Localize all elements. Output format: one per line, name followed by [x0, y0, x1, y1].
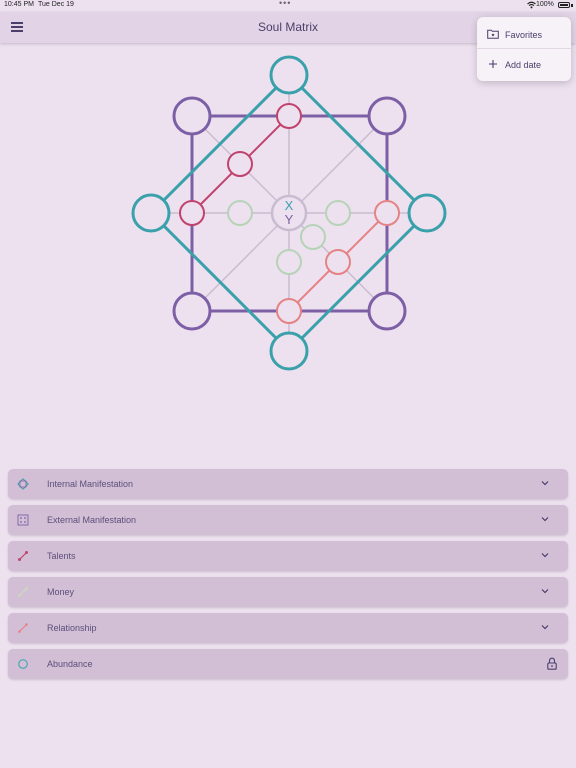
internal-manifestation-icon: [17, 478, 29, 490]
options-dropdown-menu: Favorites Add date: [477, 17, 571, 81]
section-label: Talents: [47, 551, 76, 561]
lock-icon: [547, 657, 557, 670]
chevron-down-icon: [541, 589, 549, 594]
section-money[interactable]: Money: [8, 577, 568, 607]
square-node-bottom-left: [172, 291, 212, 331]
diamond-node-right: [407, 193, 447, 233]
center-label-x: X: [285, 198, 294, 213]
diamond-node-top: [269, 55, 309, 95]
square-node-top-right: [367, 96, 407, 136]
talents-node-1: [276, 103, 302, 129]
chevron-down-icon: [541, 481, 549, 486]
add-date-menu-item[interactable]: Add date: [477, 49, 571, 79]
relationship-node-3: [276, 298, 302, 324]
plus-icon: [489, 60, 497, 68]
money-node-2: [276, 249, 302, 275]
relationship-node-2: [325, 249, 351, 275]
favorites-label: Favorites: [505, 30, 543, 40]
external-manifestation-icon: [17, 514, 29, 526]
talents-line-icon: [18, 551, 28, 561]
diamond-node-left: [131, 193, 171, 233]
center-label-y: Y: [285, 212, 294, 227]
chevron-down-icon: [541, 553, 549, 558]
favorites-menu-item[interactable]: Favorites: [477, 19, 571, 49]
chevron-down-icon: [541, 517, 549, 522]
section-talents[interactable]: Talents: [8, 541, 568, 571]
section-abundance[interactable]: Abundance: [8, 649, 568, 679]
section-label: External Manifestation: [47, 515, 137, 525]
square-node-bottom-right: [367, 291, 407, 331]
section-label: Relationship: [47, 623, 97, 633]
money-node-1: [300, 224, 326, 250]
section-external-manifestation[interactable]: External Manifestation: [8, 505, 568, 535]
relationship-node-1: [374, 200, 400, 226]
talents-node-3: [179, 200, 205, 226]
inner-node-right: [325, 200, 351, 226]
money-line-icon: [18, 587, 28, 597]
section-internal-manifestation[interactable]: Internal Manifestation: [8, 469, 568, 499]
section-label: Money: [47, 587, 75, 597]
section-label: Abundance: [47, 659, 93, 669]
inner-node-left: [227, 200, 253, 226]
talents-node-2: [227, 151, 253, 177]
square-node-top-left: [172, 96, 212, 136]
section-relationship[interactable]: Relationship: [8, 613, 568, 643]
add-date-label: Add date: [505, 60, 542, 70]
chevron-down-icon: [541, 625, 549, 630]
section-label: Internal Manifestation: [47, 479, 134, 489]
abundance-circle-icon: [18, 659, 28, 669]
folder-star-icon: [487, 29, 499, 39]
diamond-node-bottom: [269, 331, 309, 371]
relationship-line-icon: [18, 623, 28, 633]
